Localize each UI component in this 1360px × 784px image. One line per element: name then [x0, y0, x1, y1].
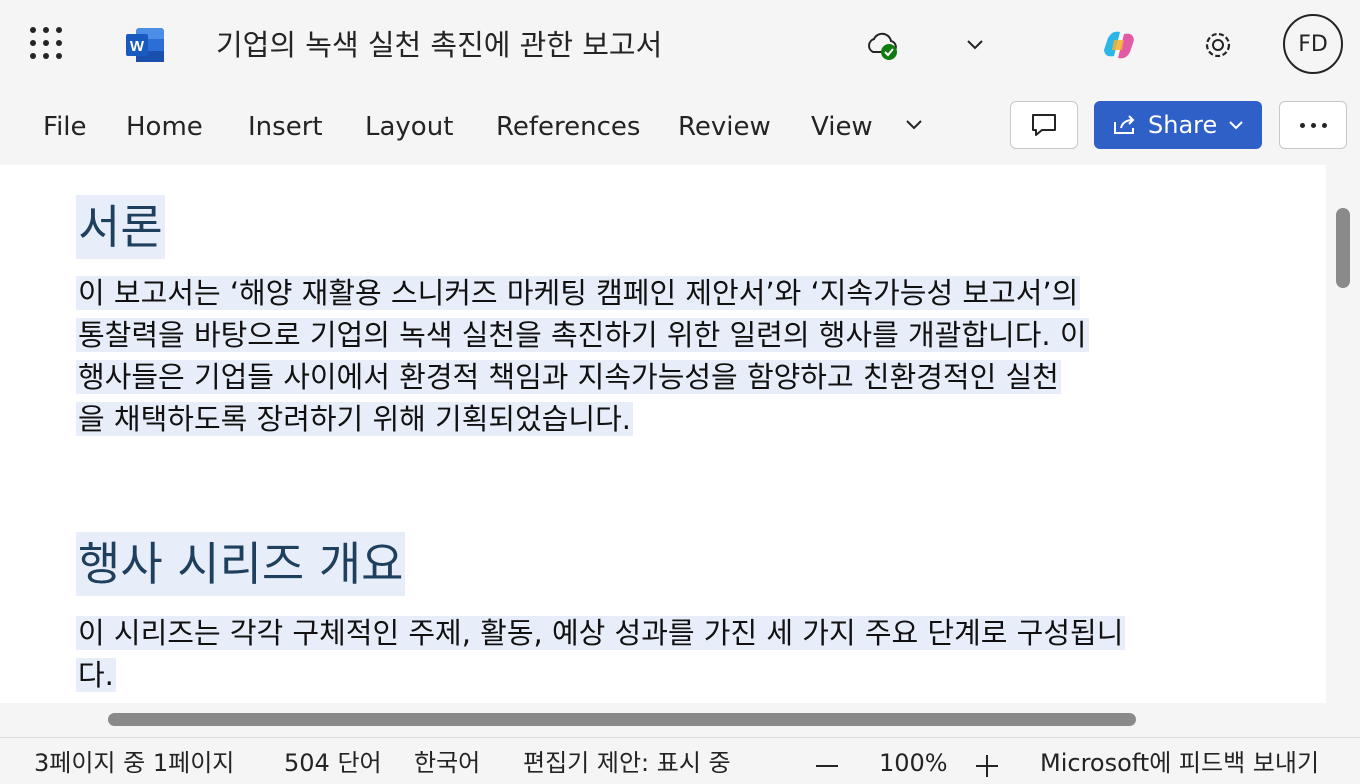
paragraph-introduction[interactable]: 이 보고서는 ‘해양 재활용 스니커즈 마케팅 캠페인 제안서’와 ‘지속가능성…: [76, 272, 1089, 440]
heading-introduction[interactable]: 서론: [76, 195, 165, 259]
paragraph-event-overview[interactable]: 이 시리즈는 각각 구체적인 주제, 활동, 예상 성과를 가진 세 가지 주요…: [76, 612, 1126, 696]
zoom-out-button[interactable]: [816, 765, 838, 767]
share-button[interactable]: Share: [1094, 101, 1262, 149]
comments-button[interactable]: [1010, 101, 1078, 149]
editor-suggestions-status[interactable]: 편집기 제안: 표시 중: [523, 748, 731, 778]
tab-references[interactable]: References: [496, 110, 640, 144]
tab-insert[interactable]: Insert: [248, 110, 323, 144]
text-line[interactable]: 행사들은 기업들 사이에서 환경적 책임과 지속가능성을 함양하고 친환경적인 …: [76, 360, 1061, 394]
svg-text:W: W: [130, 38, 145, 55]
settings-icon[interactable]: [1198, 25, 1238, 65]
document-canvas[interactable]: 서론 이 보고서는 ‘해양 재활용 스니커즈 마케팅 캠페인 제안서’와 ‘지속…: [0, 165, 1326, 703]
chevron-down-icon[interactable]: [964, 36, 986, 52]
cloud-saved-icon[interactable]: [864, 28, 902, 64]
comment-icon: [1032, 114, 1056, 136]
share-label: Share: [1148, 111, 1218, 139]
language-indicator[interactable]: 한국어: [414, 748, 480, 778]
ribbon-more-chevron-icon[interactable]: [902, 116, 926, 134]
document-title[interactable]: 기업의 녹색 실천 촉진에 관한 보고서: [216, 24, 662, 66]
avatar[interactable]: FD: [1283, 14, 1343, 74]
page-count[interactable]: 3페이지 중 1페이지: [34, 748, 234, 778]
horizontal-scrollbar[interactable]: [108, 713, 1136, 726]
share-icon: [1114, 115, 1135, 134]
text-line[interactable]: 다.: [76, 658, 116, 692]
copilot-icon[interactable]: [1100, 26, 1138, 64]
heading-event-overview[interactable]: 행사 시리즈 개요: [76, 532, 406, 596]
title-bar: W 기업의 녹색 실천 촉진에 관한 보고서 FD: [0, 0, 1360, 90]
app-launcher-icon[interactable]: [30, 27, 66, 63]
zoom-level[interactable]: 100%: [879, 748, 948, 778]
zoom-in-button-vertical[interactable]: [986, 755, 988, 777]
text-line[interactable]: 통찰력을 바탕으로 기업의 녹색 실천을 촉진하기 위한 일련의 행사를 개괄합…: [76, 318, 1089, 352]
tab-home[interactable]: Home: [126, 110, 203, 144]
tab-layout[interactable]: Layout: [365, 110, 453, 144]
tab-file[interactable]: File: [43, 110, 87, 144]
more-options-button[interactable]: [1279, 101, 1347, 149]
vertical-scrollbar[interactable]: [1336, 208, 1350, 288]
feedback-link[interactable]: Microsoft에 피드백 보내기: [1040, 748, 1319, 778]
tab-review[interactable]: Review: [678, 110, 771, 144]
text-line[interactable]: 이 보고서는 ‘해양 재활용 스니커즈 마케팅 캠페인 제안서’와 ‘지속가능성…: [76, 276, 1081, 310]
word-count[interactable]: 504 단어: [284, 748, 382, 778]
word-logo-icon[interactable]: W: [124, 26, 166, 64]
more-icon: [1299, 122, 1327, 128]
tab-view[interactable]: View: [811, 110, 873, 144]
chevron-down-icon: [1229, 121, 1243, 130]
text-line[interactable]: 을 채택하도록 장려하기 위해 기획되었습니다.: [76, 402, 634, 436]
text-line[interactable]: 이 시리즈는 각각 구체적인 주제, 활동, 예상 성과를 가진 세 가지 주요…: [76, 616, 1126, 650]
status-bar: 3페이지 중 1페이지 504 단어 한국어 편집기 제안: 표시 중 100%…: [0, 737, 1360, 784]
